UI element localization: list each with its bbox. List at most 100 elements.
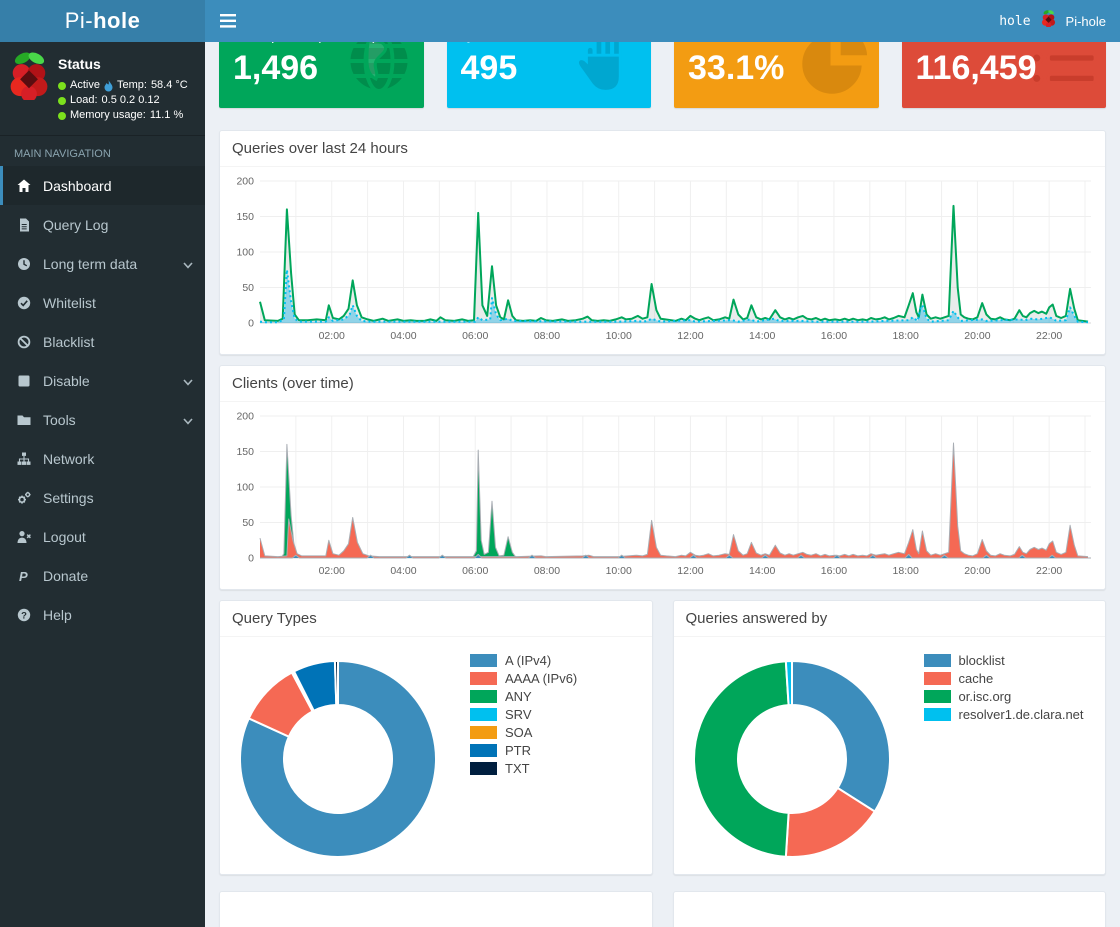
sidebar: Status Active Temp: 58.4 °C Load: 0.5 0.… [0,42,205,927]
sidebar-item-label: Settings [43,489,94,506]
sidebar-item-blacklist[interactable]: Blacklist [0,322,205,361]
sidebar-item-help[interactable]: ? Help [0,595,205,634]
pihole-logo [8,52,50,123]
legend-item-soa[interactable]: SOA [470,723,577,741]
legend-swatch [470,725,497,739]
legend-label: PTR [505,742,531,758]
svg-text:12:00: 12:00 [677,565,703,577]
clock-icon [14,257,34,271]
queries-over-time-title: Queries over last 24 hours [220,131,1105,167]
sidebar-item-label: Whitelist [43,294,96,311]
sidebar-item-label: Long term data [43,255,138,272]
svg-text:16:00: 16:00 [821,330,847,342]
sidebar-item-settings[interactable]: Settings [0,478,205,517]
sidebar-item-label: Logout [43,528,86,545]
query-types-box: Query Types A (IPv4) AAAA (IPv6) ANY SRV SOA… [219,600,653,875]
sidebar-item-whitelist[interactable]: Whitelist [0,283,205,322]
legend-label: cache [958,670,994,686]
sidebar-item-tools[interactable]: Tools [0,400,205,439]
legend-item-txt[interactable]: TXT [470,759,577,777]
legend-label: SOA [505,724,533,740]
legend-swatch [923,653,951,667]
legend-item-any[interactable]: ANY [470,687,577,705]
legend-item-blocklist[interactable]: blocklist [923,651,1084,669]
gears-icon [14,491,34,505]
legend-label: resolver1.de.clara.net [958,706,1084,722]
status-load-dot [58,96,66,105]
sidebar-item-label: Tools [43,411,76,428]
sidebar-item-label: Disable [43,372,90,389]
svg-text:18:00: 18:00 [893,330,919,342]
svg-text:100: 100 [236,247,254,259]
legend-item-cache[interactable]: cache [923,669,1084,687]
brand-logo[interactable]: Pi-hole [0,0,205,42]
legend-swatch [923,689,951,703]
chevron-down-icon [183,373,193,389]
raspberry-icon [1041,10,1056,32]
legend-item-or-isc-org[interactable]: or.isc.org [923,687,1084,705]
query-types-legend: A (IPv4) AAAA (IPv6) ANY SRV SOA PTR TXT [470,645,577,875]
query-types-donut[interactable] [226,645,456,875]
sidebar-item-network[interactable]: Network [0,439,205,478]
query-types-title: Query Types [220,601,652,637]
sidebar-item-dashboard[interactable]: Dashboard [0,166,205,205]
user-times-icon [14,530,34,544]
svg-text:14:00: 14:00 [749,330,775,342]
answered-by-title: Queries answered by [673,601,1105,637]
svg-text:50: 50 [242,282,254,294]
clients-over-time-box: Clients (over time) 0 50 100 150 200 02:00 04:… [219,365,1106,590]
legend-item-aaaa-ipv6-[interactable]: AAAA (IPv6) [470,669,577,687]
queries-over-time-chart[interactable]: 0 50 100 150 200 02:00 04:00 06:00 08:00 10:00 12:… [220,169,1105,349]
svg-text:04:00: 04:00 [390,565,416,577]
svg-text:?: ? [21,610,27,621]
status-title: Status [58,56,101,72]
legend-item-ptr[interactable]: PTR [470,741,577,759]
card-value: 116,459 [915,49,1037,87]
paypal-icon: P [14,569,34,583]
sidebar-item-long-term-data[interactable]: Long term data [0,244,205,283]
hamburger-icon [220,14,236,28]
sidebar-item-donate[interactable]: P Donate [0,556,205,595]
legend-item-srv[interactable]: SRV [470,705,577,723]
sidebar-item-query-log[interactable]: Query Log [0,205,205,244]
answered-by-legend: blocklist cache or.isc.org resolver1.de.cla… [923,645,1084,875]
legend-label: TXT [505,760,530,776]
check-circle-icon [14,296,34,310]
svg-text:150: 150 [236,446,254,458]
stop-icon [14,374,34,388]
bottom-boxes-row [219,891,1106,927]
donut-slice-txt[interactable] [333,659,339,707]
answered-by-box: Queries answered by blocklist cache or.isc… [672,600,1106,875]
svg-text:12:00: 12:00 [677,330,703,342]
svg-text:100: 100 [236,482,254,494]
svg-text:04:00: 04:00 [390,330,416,342]
app-label[interactable]: Pi-hole [1066,14,1106,29]
question-icon: ? [14,608,34,622]
svg-text:20:00: 20:00 [964,565,990,577]
legend-item-resolver1-de-clara-net[interactable]: resolver1.de.clara.net [923,705,1084,723]
sidebar-item-label: Query Log [43,216,109,233]
top-navbar: Pi-hole hole Pi-hole [0,0,1120,42]
svg-text:18:00: 18:00 [893,565,919,577]
svg-text:02:00: 02:00 [319,565,345,577]
sidebar-item-label: Blacklist [43,333,95,350]
donut-slice-or-isc-org[interactable] [692,660,790,858]
sidebar-item-logout[interactable]: Logout [0,517,205,556]
legend-item-a-ipv4-[interactable]: A (IPv4) [470,651,577,669]
status-load-label: Load: [70,94,98,106]
svg-text:16:00: 16:00 [821,565,847,577]
svg-text:10:00: 10:00 [606,565,632,577]
sidebar-toggle-button[interactable] [205,0,251,42]
clients-over-time-chart[interactable]: 0 50 100 150 200 02:00 04:00 06:00 08:00 10:00 12:… [220,404,1105,584]
sidebar-item-disable[interactable]: Disable [0,361,205,400]
brand-prefix: Pi- [64,8,94,33]
bottom-box-left [219,891,653,927]
answered-by-donut[interactable] [680,645,910,875]
legend-swatch [923,707,951,721]
legend-label: or.isc.org [958,688,1012,704]
donut-row: Query Types A (IPv4) AAAA (IPv6) ANY SRV SOA… [219,600,1106,875]
bottom-box-right [672,891,1106,927]
svg-text:08:00: 08:00 [534,330,560,342]
sitemap-icon [14,452,34,466]
status-memory-value: 11.1 % [149,109,184,121]
